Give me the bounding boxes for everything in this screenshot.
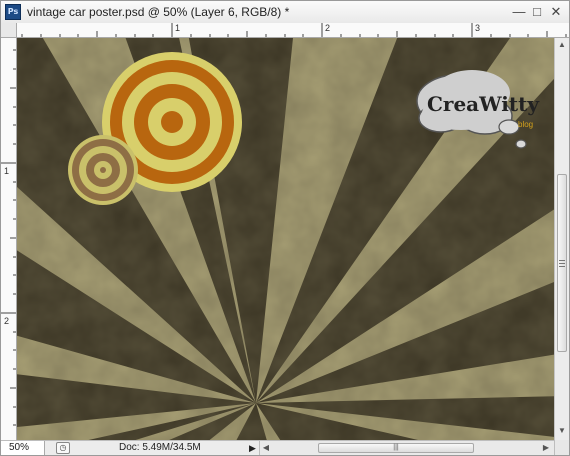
ruler-number-left-1: 1: [4, 166, 10, 176]
timer-icon[interactable]: ◷: [56, 442, 70, 454]
horizontal-scrollbar[interactable]: ◀ ||| ▶: [259, 441, 555, 455]
scroll-down-arrow-icon[interactable]: ▼: [555, 424, 569, 438]
poster-artwork: CreaWitty blog: [17, 38, 554, 440]
window-title: vintage car poster.psd @ 50% (Layer 6, R…: [27, 5, 290, 19]
ruler-number-1: 1: [175, 23, 181, 33]
zoom-level-field[interactable]: 50%: [1, 441, 45, 455]
maximize-button[interactable]: □: [529, 4, 545, 20]
horizontal-ruler-ticks: [21, 23, 567, 37]
photoshop-app-icon: Ps: [5, 4, 21, 20]
scroll-right-arrow-icon[interactable]: ▶: [540, 441, 552, 455]
status-menu-arrow-icon[interactable]: ▶: [249, 442, 256, 454]
document-canvas[interactable]: CreaWitty blog: [17, 38, 554, 440]
minimize-button[interactable]: —: [511, 4, 527, 20]
document-size-info: Doc: 5.49M/34.5M: [119, 442, 201, 453]
horizontal-ruler[interactable]: 1 2 3: [17, 23, 569, 38]
ruler-number-3: 3: [475, 23, 481, 33]
vertical-ruler-ticks: [1, 49, 16, 426]
title-bar[interactable]: Ps vintage car poster.psd @ 50% (Layer 6…: [1, 1, 569, 24]
logo-subtext: blog: [518, 120, 533, 129]
scrollbar-corner: [554, 440, 569, 455]
vertical-ruler[interactable]: 1 2: [1, 38, 17, 440]
photoshop-document-window: Ps vintage car poster.psd @ 50% (Layer 6…: [0, 0, 570, 456]
scroll-up-arrow-icon[interactable]: ▲: [555, 38, 569, 52]
horizontal-scroll-thumb[interactable]: |||: [318, 443, 474, 453]
close-button[interactable]: ✕: [548, 4, 564, 20]
status-bar: 50% ◷ Doc: 5.49M/34.5M ▶ ◀ ||| ▶: [1, 440, 569, 455]
ruler-number-left-2: 2: [4, 316, 10, 326]
vertical-scroll-thumb[interactable]: [557, 174, 567, 352]
grip-line-icon: [559, 266, 565, 267]
scroll-left-arrow-icon[interactable]: ◀: [260, 441, 272, 455]
grip-line-icon: [559, 263, 565, 264]
ruler-origin[interactable]: [1, 23, 17, 38]
small-target-circle: [68, 135, 138, 205]
vertical-scrollbar[interactable]: ▲ ▼: [554, 38, 569, 440]
ruler-number-2: 2: [325, 23, 331, 33]
grip-line-icon: [559, 260, 565, 261]
logo-text: CreaWitty: [427, 92, 540, 116]
